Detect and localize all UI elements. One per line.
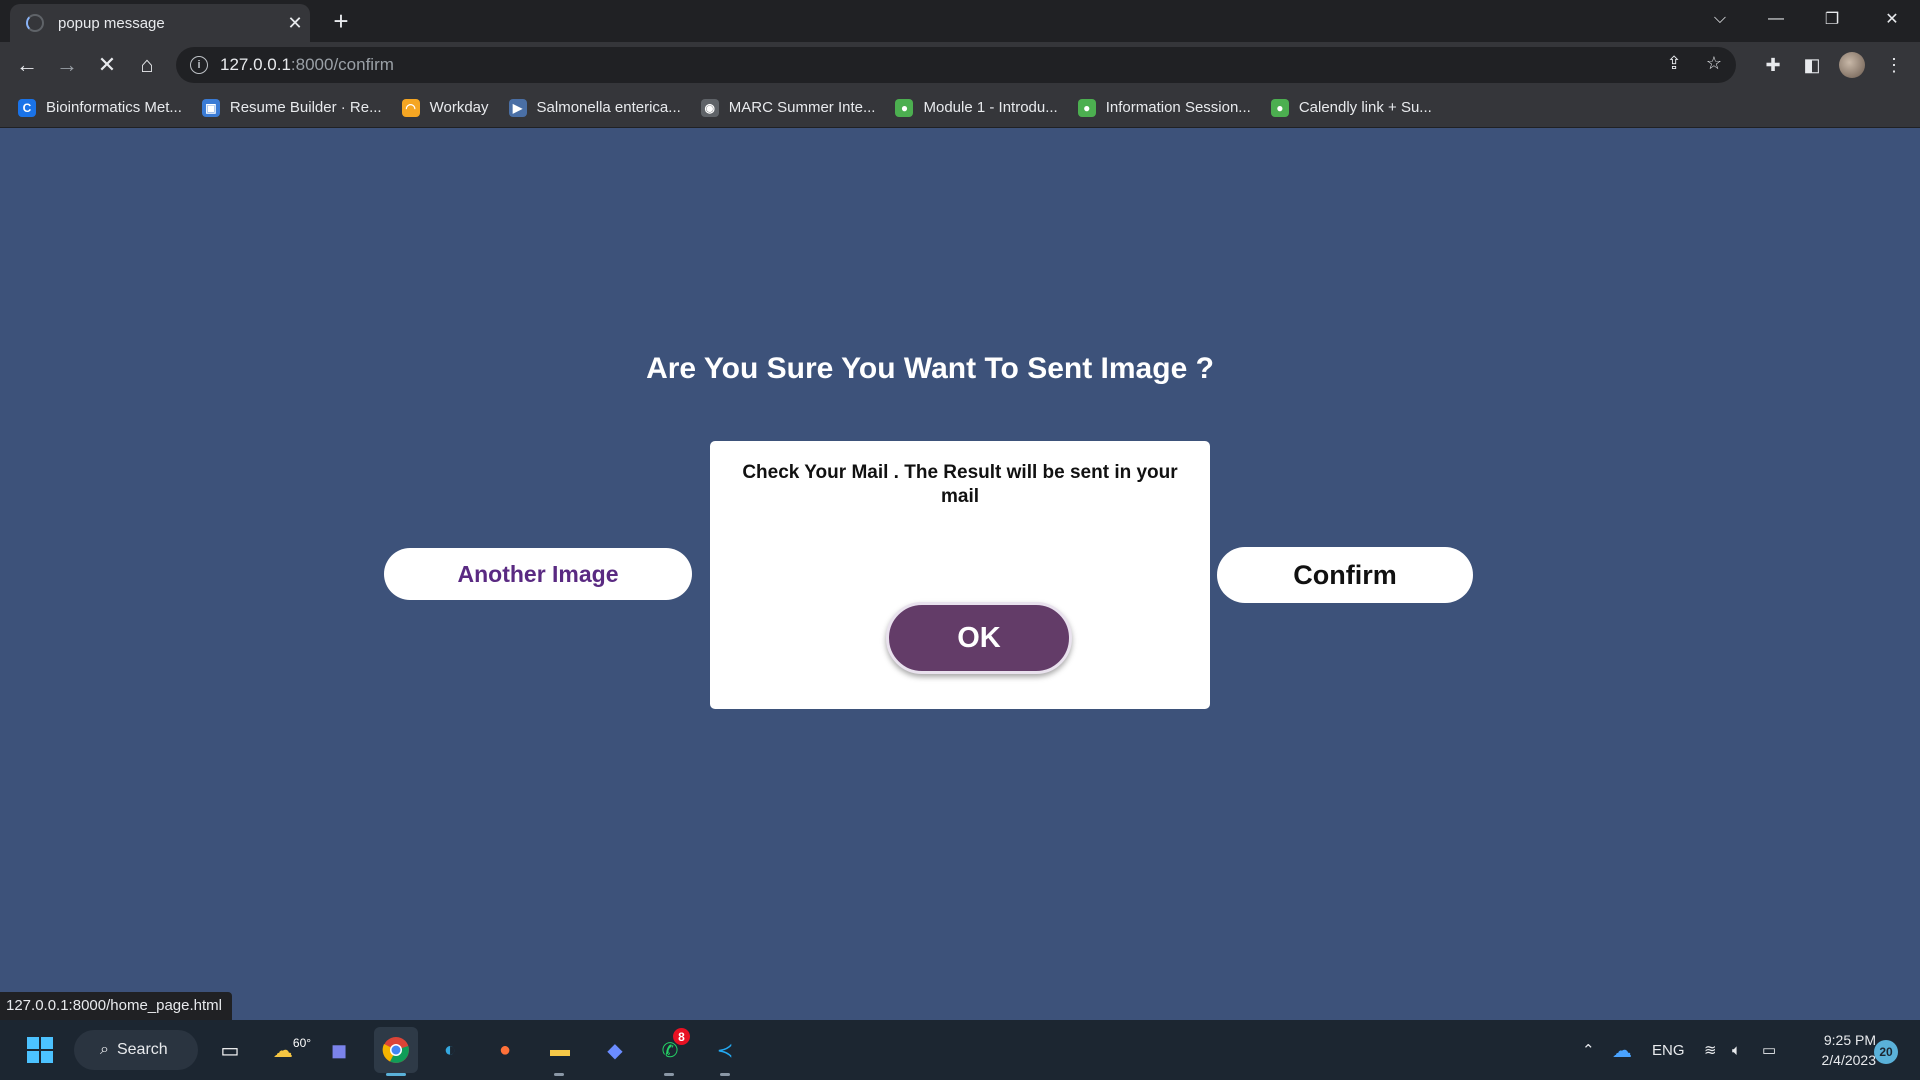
windows-logo-icon	[27, 1037, 53, 1063]
side-panel-icon[interactable]: ◧	[1798, 51, 1826, 79]
confirm-button[interactable]: Confirm	[1217, 547, 1473, 603]
url-path: :8000/confirm	[290, 55, 394, 74]
workday-icon: ◠	[401, 98, 420, 117]
bookmark-item[interactable]: ◠ Workday	[401, 98, 489, 117]
weather-widget[interactable]: ☁ 60°	[268, 1032, 316, 1068]
clock-time: 9:25 PM	[1823, 1032, 1876, 1048]
battery-icon[interactable]: ▭	[1762, 1020, 1776, 1080]
bookmark-item[interactable]: ◉ MARC Summer Inte...	[700, 98, 876, 117]
tab-strip: popup message ✕ + ⌵ — ❐ ✕	[0, 0, 1920, 42]
back-arrow-icon[interactable]: ←	[13, 51, 41, 79]
ok-button[interactable]: OK	[886, 602, 1072, 674]
weather-temp: 60°	[292, 1036, 312, 1050]
tray-chevron-icon[interactable]: ⌃	[1582, 1020, 1595, 1080]
new-tab-button[interactable]: +	[326, 6, 356, 37]
loading-spinner-icon	[26, 14, 44, 32]
page-title: Are You Sure You Want To Sent Image ?	[646, 352, 1214, 385]
bookmark-item[interactable]: ● Calendly link + Su...	[1270, 98, 1432, 117]
taskbar-search[interactable]: ⌕ Search	[74, 1030, 198, 1070]
firefox-icon[interactable]: ●	[487, 1032, 523, 1068]
clock-date: 2/4/2023	[1821, 1052, 1877, 1068]
tab-title: popup message	[58, 14, 165, 32]
bookmark-item[interactable]: ● Module 1 - Introdu...	[895, 98, 1058, 117]
menu-kebab-icon[interactable]: ⋮	[1880, 51, 1908, 79]
bookmark-label: Workday	[429, 99, 489, 116]
page-content: Are You Sure You Want To Sent Image ? An…	[0, 128, 1920, 1020]
whatsapp-open-indicator	[664, 1073, 674, 1076]
site-info-icon[interactable]: i	[190, 56, 208, 74]
popup-dialog: Check Your Mail . The Result will be sen…	[710, 441, 1210, 709]
search-icon: ⌕	[100, 1041, 109, 1058]
link-status-bubble: 127.0.0.1:8000/home_page.html	[0, 992, 232, 1020]
bookmark-label: Module 1 - Introdu...	[923, 99, 1058, 116]
vscode-open-indicator	[720, 1073, 730, 1076]
extensions-puzzle-icon[interactable]: ✚	[1759, 51, 1787, 79]
windows-start-icon[interactable]	[22, 1032, 58, 1068]
vscode-icon[interactable]: ≺	[707, 1032, 743, 1068]
bookmark-item[interactable]: ▶ Salmonella enterica...	[508, 98, 681, 117]
taskbar: ⌕ Search ▭ ☁ 60° ◼ ◐ ● ▬ ◆ ✆ 8 ≺ ⌃ ☁ ENG…	[0, 1020, 1920, 1080]
browser-toolbar: ← → ✕ ⌂ i 127.0.0.1 :8000/confirm ⇪ ☆ ✚ …	[0, 42, 1920, 88]
bing-icon[interactable]: ◆	[597, 1032, 633, 1068]
taskbar-search-label: Search	[116, 1041, 168, 1058]
pin-icon: ●	[895, 98, 914, 117]
system-clock[interactable]: 9:25 PM 2/4/2023	[1800, 1030, 1877, 1070]
bookmark-label: MARC Summer Inte...	[728, 99, 876, 116]
pin-icon: ●	[1077, 98, 1096, 117]
wifi-icon[interactable]: ≋	[1704, 1020, 1717, 1080]
pin-icon: ●	[1270, 98, 1289, 117]
chrome-logo-icon	[382, 1037, 409, 1063]
bookmark-item[interactable]: C Bioinformatics Met...	[18, 98, 182, 117]
bookmark-label: Calendly link + Su...	[1298, 99, 1432, 116]
browser-tab[interactable]: popup message ✕	[10, 4, 310, 42]
address-bar[interactable]: i 127.0.0.1 :8000/confirm ⇪ ☆	[176, 47, 1736, 83]
bookmark-item[interactable]: ▣ Resume Builder · Re...	[201, 98, 382, 117]
bookmark-label: Salmonella enterica...	[536, 99, 681, 116]
language-indicator[interactable]: ENG	[1652, 1020, 1685, 1080]
bookmark-label: Bioinformatics Met...	[46, 99, 182, 116]
weather-cloud-icon: ☁	[272, 1039, 293, 1062]
task-view-icon[interactable]: ▭	[212, 1032, 248, 1068]
c-logo-icon: C	[18, 98, 36, 117]
bookmark-star-icon[interactable]: ☆	[1702, 53, 1726, 74]
tab-search-chevron-icon[interactable]: ⌵	[1692, 0, 1748, 38]
bookmarks-bar: C Bioinformatics Met... ▣ Resume Builder · …	[0, 88, 1920, 128]
globe-icon: ◉	[700, 98, 719, 117]
restore-button[interactable]: ❐	[1804, 0, 1860, 38]
onedrive-icon[interactable]: ☁	[1612, 1020, 1632, 1080]
teams-chat-icon[interactable]: ◼	[321, 1032, 357, 1068]
url-host: 127.0.0.1	[220, 55, 291, 74]
avatar	[1839, 52, 1865, 78]
profile-avatar-button[interactable]	[1838, 51, 1866, 79]
bookmark-label: Resume Builder · Re...	[229, 99, 382, 116]
stop-loading-icon[interactable]: ✕	[93, 51, 121, 79]
resume-icon: ▣	[201, 98, 220, 117]
tab-close-icon[interactable]: ✕	[280, 13, 310, 34]
whatsapp-badge: 8	[673, 1028, 690, 1045]
notification-count-badge[interactable]: 20	[1874, 1040, 1898, 1064]
file-explorer-icon[interactable]: ▬	[542, 1032, 578, 1068]
forward-arrow-icon[interactable]: →	[53, 51, 81, 79]
home-icon[interactable]: ⌂	[133, 51, 161, 79]
edge-icon[interactable]: ◐	[432, 1032, 468, 1068]
close-window-button[interactable]: ✕	[1864, 0, 1920, 38]
explorer-open-indicator	[554, 1073, 564, 1076]
doc-icon: ▶	[508, 98, 527, 117]
chrome-active-indicator	[386, 1073, 406, 1076]
minimize-button[interactable]: —	[1748, 0, 1804, 38]
share-icon[interactable]: ⇪	[1662, 53, 1686, 74]
bookmark-item[interactable]: ● Information Session...	[1077, 98, 1251, 117]
chrome-icon[interactable]	[374, 1027, 418, 1073]
popup-message: Check Your Mail . The Result will be sen…	[742, 462, 1178, 507]
bookmark-label: Information Session...	[1105, 99, 1251, 116]
another-image-button[interactable]: Another Image	[384, 548, 692, 600]
volume-icon[interactable]: 🔈︎	[1732, 1020, 1741, 1080]
